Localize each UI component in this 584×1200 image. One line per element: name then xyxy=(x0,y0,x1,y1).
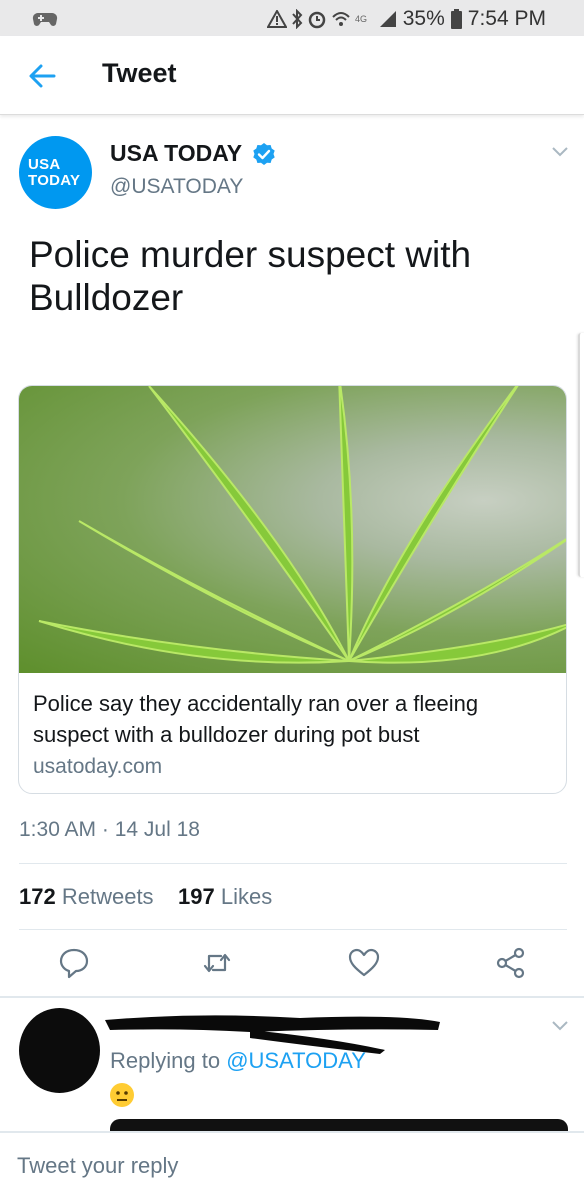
tweet-timestamp: 1:30 AM · 14 Jul 18 xyxy=(19,818,200,841)
wifi-icon xyxy=(332,12,350,26)
back-arrow-icon[interactable] xyxy=(24,58,60,94)
reply-input[interactable]: Tweet your reply xyxy=(17,1153,178,1179)
reply-icon[interactable] xyxy=(57,946,91,980)
retweets-count[interactable]: 172 xyxy=(19,884,56,909)
clock: 7:54 PM xyxy=(467,7,546,30)
retweet-icon[interactable] xyxy=(200,946,234,980)
game-controller-icon xyxy=(32,12,58,26)
signal-icon xyxy=(379,11,396,27)
verified-badge-icon xyxy=(253,143,275,165)
card-title: Police say they accidentally ran over a … xyxy=(33,691,479,747)
divider xyxy=(19,863,567,864)
author-avatar[interactable]: USA TODAY xyxy=(19,136,92,209)
alarm-icon xyxy=(308,11,325,29)
reply-author-avatar[interactable] xyxy=(19,1008,100,1093)
link-card[interactable]: Police say they accidentally ran over a … xyxy=(18,385,567,794)
battery-percent: 35% xyxy=(402,7,445,30)
status-bar: 4G 35% 7:54 PM xyxy=(0,0,584,36)
avatar-text-usa: USA xyxy=(28,155,61,173)
battery-icon xyxy=(450,9,462,29)
bluetooth-icon xyxy=(292,9,303,29)
likes-count[interactable]: 197 xyxy=(178,884,215,909)
tweet-stats: 172 Retweets 197 Likes xyxy=(19,884,272,910)
svg-text:4G: 4G xyxy=(355,14,367,24)
neutral-face-emoji xyxy=(110,1083,134,1107)
page-title: Tweet xyxy=(102,58,177,88)
replying-prefix: Replying to xyxy=(110,1048,221,1073)
likes-label[interactable]: Likes xyxy=(221,884,272,909)
card-domain: usatoday.com xyxy=(33,755,163,778)
author-handle[interactable]: @USATODAY xyxy=(110,175,243,199)
tweet-text: Police murder suspect with Bulldozer xyxy=(29,234,472,318)
scrollbar[interactable] xyxy=(578,333,584,577)
cannabis-leaf-image xyxy=(19,386,566,673)
lte-icon: 4G xyxy=(355,14,367,24)
reply-composer[interactable]: Tweet your reply xyxy=(0,1131,584,1200)
divider xyxy=(19,929,567,930)
like-heart-icon[interactable] xyxy=(347,946,381,980)
retweets-label[interactable]: Retweets xyxy=(62,884,154,909)
replying-to: Replying to @USATODAY xyxy=(110,1048,366,1074)
avatar-text-today: TODAY xyxy=(28,171,81,189)
chevron-down-icon[interactable] xyxy=(551,1020,569,1032)
share-icon[interactable] xyxy=(494,946,528,980)
divider xyxy=(0,996,584,998)
app-bar: Tweet xyxy=(0,36,584,115)
author-name[interactable]: USA TODAY xyxy=(110,140,242,167)
replying-handle[interactable]: @USATODAY xyxy=(226,1048,366,1073)
chevron-down-icon[interactable] xyxy=(551,146,569,158)
warning-icon xyxy=(266,10,287,28)
